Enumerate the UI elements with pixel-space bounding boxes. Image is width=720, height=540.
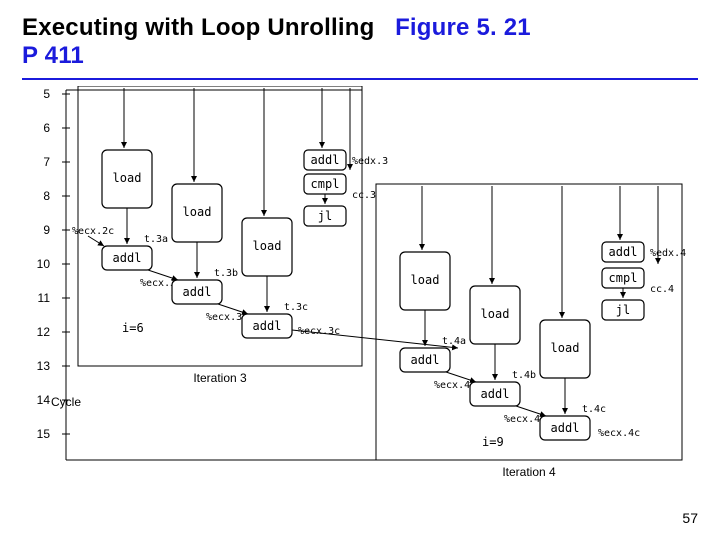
title-page-ref: P 411 — [22, 42, 531, 70]
svg-text:6: 6 — [43, 121, 50, 135]
svg-text:load: load — [481, 307, 510, 321]
svg-text:load: load — [113, 171, 142, 185]
svg-text:%edx.3: %edx.3 — [352, 156, 388, 167]
svg-text:load: load — [183, 205, 212, 219]
svg-text:load: load — [253, 239, 282, 253]
svg-text:addl: addl — [113, 251, 142, 265]
title-underline — [22, 78, 698, 80]
svg-text:7: 7 — [43, 155, 50, 169]
svg-text:addl: addl — [311, 153, 340, 167]
iter3-caption: Iteration 3 — [193, 371, 247, 385]
diagram: 5 6 7 8 9 10 11 12 13 14 15 Cy — [22, 86, 698, 496]
svg-text:t.3b: t.3b — [214, 268, 238, 279]
iter3-edx-in: %edx.2 — [130, 86, 166, 89]
svg-text:addl: addl — [411, 353, 440, 367]
svg-text:9: 9 — [43, 223, 50, 237]
svg-text:addl: addl — [481, 387, 510, 401]
svg-text:cmpl: cmpl — [609, 271, 638, 285]
svg-text:addl: addl — [253, 319, 282, 333]
title-main: Executing with Loop Unrolling — [22, 14, 374, 41]
svg-text:cc.3: cc.3 — [352, 190, 376, 201]
iter4-caption: Iteration 4 — [502, 465, 556, 479]
iter3-end: i=6 — [122, 321, 144, 335]
svg-text:t.3c: t.3c — [284, 302, 308, 313]
svg-text:8: 8 — [43, 189, 50, 203]
svg-text:13: 13 — [37, 359, 51, 373]
svg-text:addl: addl — [609, 245, 638, 259]
svg-text:12: 12 — [37, 325, 51, 339]
svg-text:%ecx.2c: %ecx.2c — [72, 226, 114, 237]
svg-text:t.4c: t.4c — [582, 404, 606, 415]
svg-text:t.3a: t.3a — [144, 234, 168, 245]
y-ticks: 5 6 7 8 9 10 11 12 13 14 15 — [37, 87, 70, 441]
iter4-end: i=9 — [482, 435, 504, 449]
svg-text:jl: jl — [616, 303, 630, 317]
svg-text:jl: jl — [318, 209, 332, 223]
svg-text:%edx.4: %edx.4 — [650, 248, 686, 259]
page-number: 57 — [682, 510, 698, 526]
svg-text:t.4b: t.4b — [512, 370, 536, 381]
svg-text:5: 5 — [43, 87, 50, 101]
svg-text:10: 10 — [37, 257, 51, 271]
svg-text:%ecx.4c: %ecx.4c — [598, 428, 640, 439]
y-axis-label: Cycle — [51, 395, 81, 409]
svg-text:load: load — [551, 341, 580, 355]
svg-text:15: 15 — [37, 427, 51, 441]
svg-text:addl: addl — [183, 285, 212, 299]
svg-text:11: 11 — [38, 291, 51, 305]
svg-text:t.4a: t.4a — [442, 336, 466, 347]
svg-text:addl: addl — [551, 421, 580, 435]
svg-text:14: 14 — [37, 393, 51, 407]
slide-title: Executing with Loop Unrolling Figure 5. … — [22, 14, 531, 70]
svg-text:load: load — [411, 273, 440, 287]
title-figure-ref: Figure 5. 21 — [395, 14, 531, 41]
svg-text:cc.4: cc.4 — [650, 284, 674, 295]
svg-text:cmpl: cmpl — [311, 177, 340, 191]
